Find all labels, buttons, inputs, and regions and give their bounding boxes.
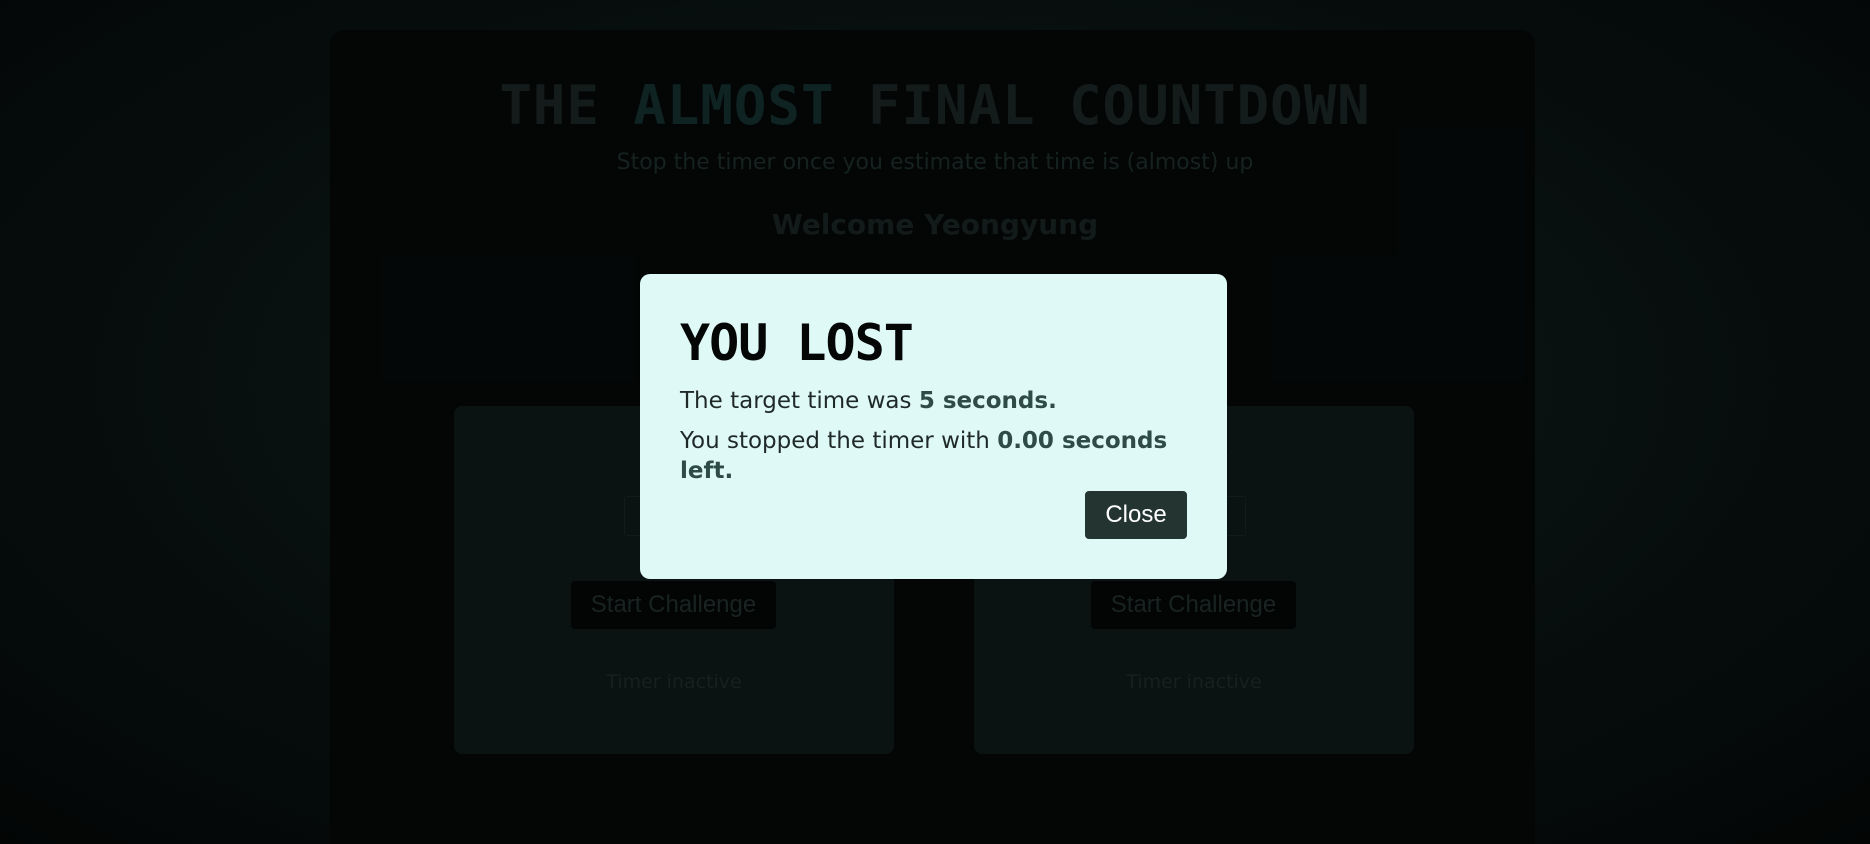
page: THE ALMOST FINAL COUNTDOWN Stop the time… xyxy=(0,0,1870,844)
target-time-value: 5 seconds. xyxy=(918,388,1057,414)
target-time-label: The target time was xyxy=(680,388,919,414)
target-time-line: The target time was 5 seconds. xyxy=(680,386,1187,416)
remaining-time-line: You stopped the timer with 0.00 seconds … xyxy=(680,426,1187,486)
result-modal: YOU LOST The target time was 5 seconds. … xyxy=(640,274,1227,579)
modal-title: YOU LOST xyxy=(680,314,914,372)
remaining-time-label: You stopped the timer with xyxy=(680,428,998,454)
close-button[interactable]: Close xyxy=(1085,491,1187,539)
